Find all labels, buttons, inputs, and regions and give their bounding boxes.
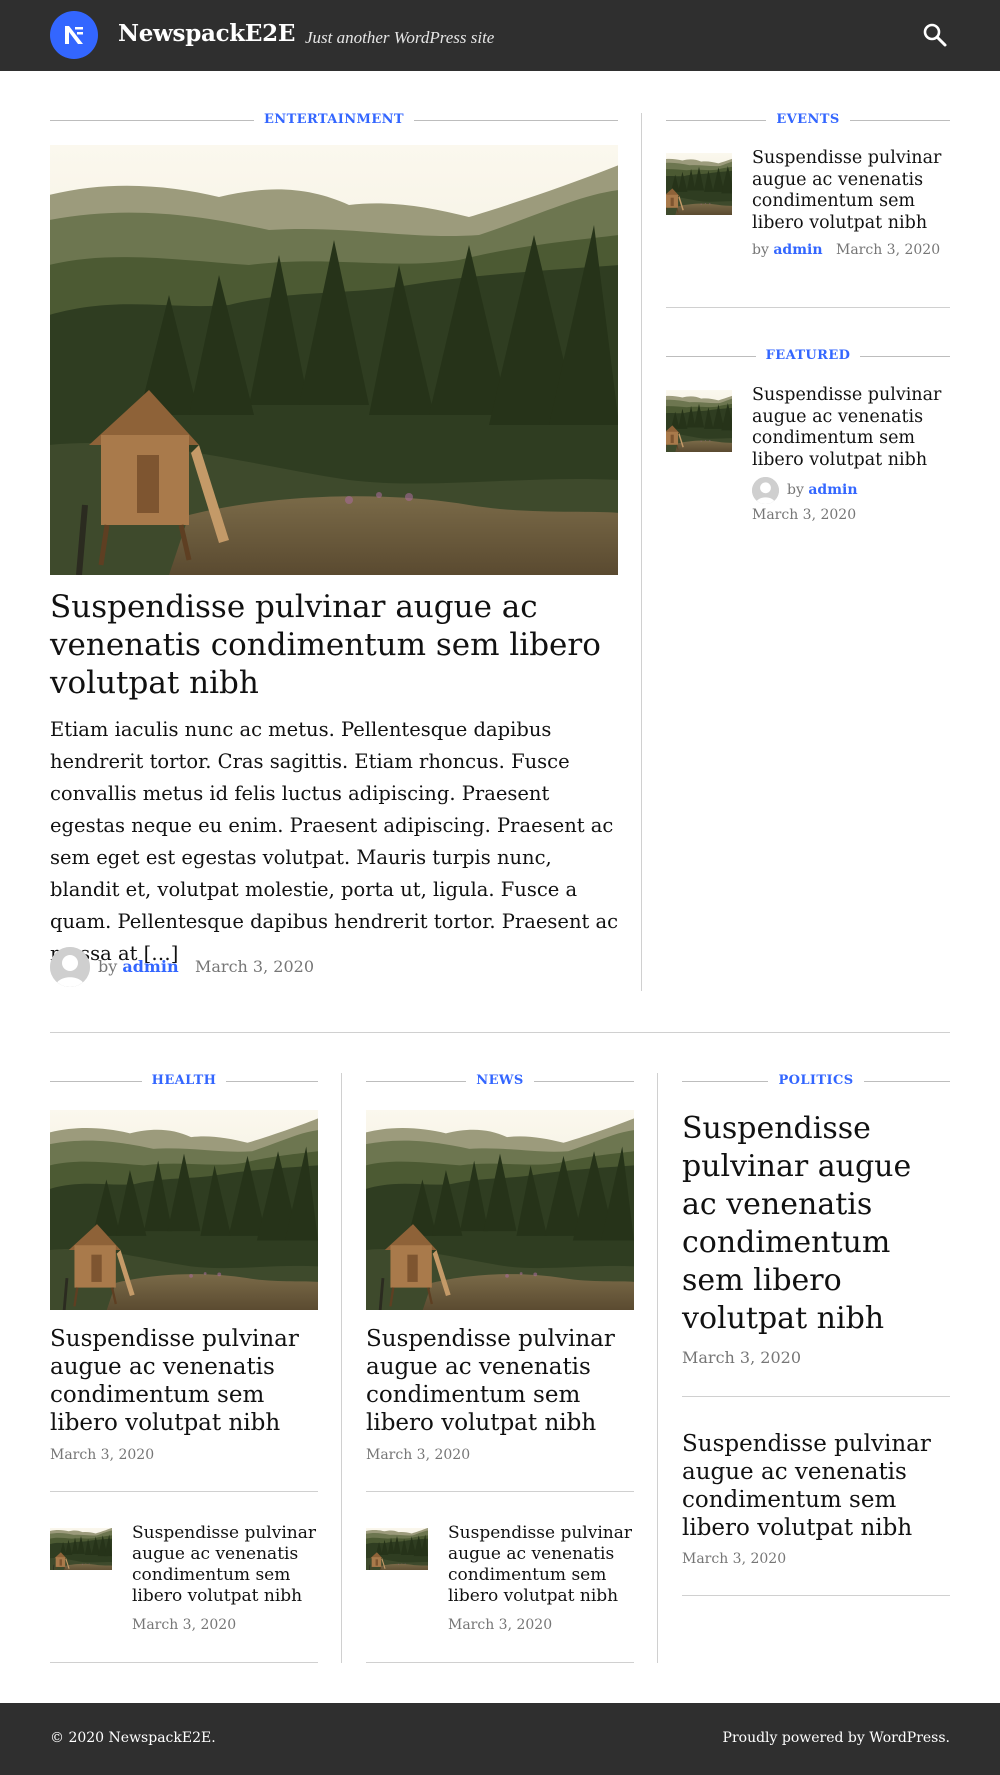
post-title[interactable]: Suspendisse pulvinar augue ac venenatis … (752, 385, 950, 471)
divider (366, 1662, 634, 1663)
post-thumbnail[interactable] (50, 1528, 112, 1570)
avatar-icon[interactable] (50, 947, 90, 987)
byline: by admin (98, 957, 179, 976)
section-title-politics: POLITICS (682, 1073, 950, 1089)
post-title[interactable]: Suspendisse pulvinar augue ac venenatis … (448, 1523, 638, 1607)
divider (50, 1491, 318, 1492)
category-label[interactable]: POLITICS (768, 1073, 864, 1089)
post-thumbnail[interactable] (666, 390, 732, 452)
post-title[interactable]: Suspendisse pulvinar augue ac venenatis … (752, 148, 950, 234)
category-label[interactable]: FEATURED (755, 348, 861, 364)
site-title[interactable]: NewspackE2E (118, 20, 295, 47)
post-title[interactable]: Suspendisse pulvinar augue ac venenatis … (366, 1325, 634, 1437)
byline: by admin (752, 242, 823, 258)
search-icon[interactable] (922, 22, 948, 48)
author-link[interactable]: admin (122, 957, 178, 976)
post-date: March 3, 2020 (50, 1447, 155, 1463)
section-title-events: EVENTS (666, 112, 950, 128)
author-link[interactable]: admin (773, 242, 822, 258)
post-date: March 3, 2020 (836, 242, 941, 258)
column-divider (657, 1073, 658, 1663)
section-divider (50, 1032, 950, 1033)
site-header: NewspackE2E Just another WordPress site (0, 0, 1000, 71)
post-image[interactable] (366, 1110, 634, 1310)
by-label: by (752, 242, 769, 258)
post-date: March 3, 2020 (195, 957, 314, 976)
divider (666, 307, 950, 308)
site-tagline: Just another WordPress site (305, 28, 495, 47)
section-title-health: HEALTH (50, 1073, 318, 1089)
category-label[interactable]: NEWS (466, 1073, 534, 1089)
post-title[interactable]: Suspendisse pulvinar augue ac venenatis … (132, 1523, 322, 1607)
featured-image[interactable] (50, 145, 618, 575)
site-footer: © 2020 NewspackE2E. Proudly powered by W… (0, 1703, 1000, 1775)
column-divider (341, 1073, 342, 1663)
post-date: March 3, 2020 (752, 507, 857, 523)
post-date: March 3, 2020 (682, 1551, 787, 1567)
divider (366, 1491, 634, 1492)
post-date: March 3, 2020 (366, 1447, 471, 1463)
article-title[interactable]: Suspendisse pulvinar augue ac venenatis … (50, 588, 618, 702)
section-title-featured: FEATURED (666, 348, 950, 364)
author-link[interactable]: admin (808, 482, 857, 498)
post-thumbnail[interactable] (366, 1528, 428, 1570)
byline: by admin (787, 482, 858, 498)
footer-powered-by[interactable]: Proudly powered by WordPress. (723, 1730, 950, 1746)
divider (682, 1396, 950, 1397)
section-title-entertainment: ENTERTAINMENT (50, 112, 618, 128)
newspack-logo-icon[interactable] (50, 11, 98, 59)
post-title[interactable]: Suspendisse pulvinar augue ac venenatis … (682, 1110, 950, 1338)
post-title[interactable]: Suspendisse pulvinar augue ac venenatis … (682, 1430, 950, 1542)
column-divider (641, 113, 642, 991)
post-title[interactable]: Suspendisse pulvinar augue ac venenatis … (50, 1325, 318, 1437)
avatar-icon[interactable] (752, 477, 779, 504)
divider (50, 1662, 318, 1663)
article-excerpt: Etiam iaculis nunc ac metus. Pellentesqu… (50, 718, 619, 965)
section-title-news: NEWS (366, 1073, 634, 1089)
category-label[interactable]: EVENTS (766, 112, 850, 128)
post-thumbnail[interactable] (666, 153, 732, 215)
post-image[interactable] (50, 1110, 318, 1310)
post-date: March 3, 2020 (132, 1617, 237, 1633)
divider (682, 1595, 950, 1596)
footer-copyright[interactable]: © 2020 NewspackE2E. (50, 1730, 216, 1746)
by-label: by (787, 482, 804, 498)
post-date: March 3, 2020 (448, 1617, 553, 1633)
by-label: by (98, 957, 118, 976)
category-label[interactable]: HEALTH (141, 1073, 227, 1089)
post-date: March 3, 2020 (682, 1348, 801, 1367)
category-label[interactable]: ENTERTAINMENT (253, 112, 415, 128)
